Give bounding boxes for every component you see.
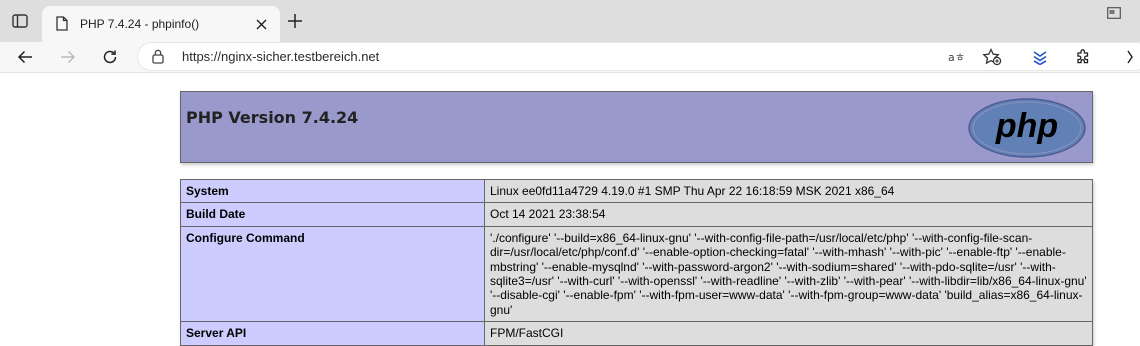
tab-title: PHP 7.4.24 - phpinfo()	[80, 17, 200, 31]
php-logo[interactable]: php	[966, 96, 1088, 160]
browser-toolbar: https://nginx-sicher.testbereich.net aㅎ	[0, 42, 1140, 73]
row-label: System	[180, 178, 485, 204]
add-favorite-icon[interactable]	[981, 46, 1003, 68]
forward-button[interactable]	[55, 44, 81, 70]
row-value: FPM/FastCGI	[484, 321, 1093, 346]
table-row: System Linux ee0fd11a4729 4.19.0 #1 SMP …	[180, 178, 1093, 204]
refresh-button[interactable]	[97, 44, 123, 70]
forward-arrow-icon	[61, 50, 76, 64]
row-label: Build Date	[180, 202, 485, 227]
php-version-title: PHP Version 7.4.24	[186, 108, 359, 127]
plus-icon	[288, 14, 302, 28]
collections-icon	[1033, 51, 1047, 65]
extensions-icon	[1077, 49, 1089, 64]
collections-button[interactable]	[1027, 44, 1053, 70]
row-value: Linux ee0fd11a4729 4.19.0 #1 SMP Thu Apr…	[484, 178, 1093, 204]
tab-actions-icon[interactable]	[6, 8, 34, 34]
svg-text:a: a	[948, 51, 955, 64]
more-menu-icon[interactable]	[1118, 44, 1140, 70]
window-icon[interactable]	[1106, 6, 1122, 20]
row-value: './configure' '--build=x86_64-linux-gnu'…	[484, 225, 1093, 323]
new-tab-button[interactable]	[284, 10, 306, 32]
extensions-button[interactable]	[1070, 44, 1096, 70]
svg-text:ㅎ: ㅎ	[955, 51, 965, 64]
browser-tab[interactable]: PHP 7.4.24 - phpinfo()	[42, 6, 280, 42]
page-content: PHP Version 7.4.24 php System Linux ee0f…	[0, 73, 1140, 346]
read-aloud-icon[interactable]: aㅎ	[946, 46, 968, 68]
address-bar[interactable]: https://nginx-sicher.testbereich.net aㅎ	[138, 43, 1140, 70]
row-value: Oct 14 2021 23:38:54	[484, 202, 1093, 227]
table-row: Configure Command './configure' '--build…	[180, 225, 1093, 323]
row-label: Server API	[180, 321, 485, 346]
system-info-table: System Linux ee0fd11a4729 4.19.0 #1 SMP …	[180, 178, 1093, 346]
table-row: Build Date Oct 14 2021 23:38:54	[180, 202, 1093, 227]
refresh-icon	[103, 50, 117, 64]
close-icon[interactable]	[252, 15, 270, 33]
table-row: Server API FPM/FastCGI	[180, 321, 1093, 346]
php-version-header: PHP Version 7.4.24 php	[180, 91, 1093, 163]
back-button[interactable]	[12, 44, 38, 70]
url-text[interactable]: https://nginx-sicher.testbereich.net	[182, 49, 379, 64]
lock-icon[interactable]	[152, 49, 166, 65]
back-arrow-icon	[17, 50, 32, 64]
svg-text:php: php	[995, 107, 1058, 145]
tab-bar: PHP 7.4.24 - phpinfo()	[0, 0, 1140, 42]
row-label: Configure Command	[180, 225, 485, 323]
page-icon	[56, 16, 70, 32]
